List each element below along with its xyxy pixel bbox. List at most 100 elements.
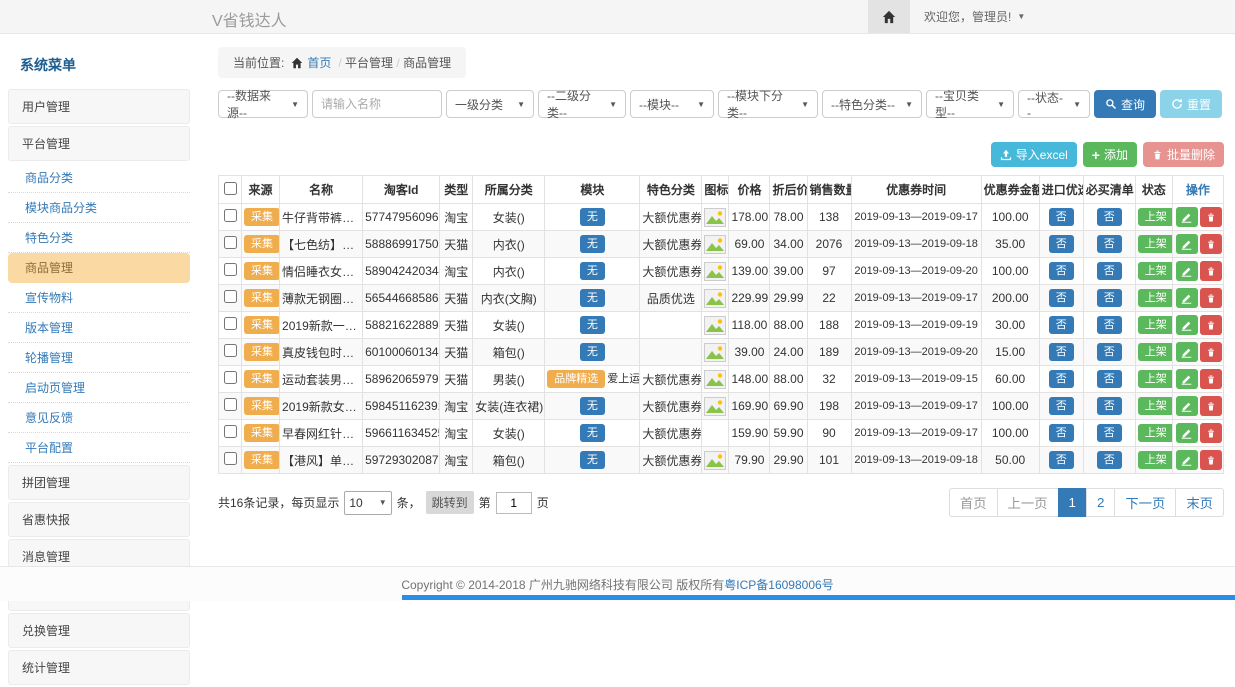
must-buy-toggle[interactable]: 否 — [1097, 235, 1122, 254]
row-checkbox[interactable] — [224, 452, 237, 465]
breadcrumb-home-link[interactable]: 首页 — [291, 54, 331, 71]
status-badge[interactable]: 上架 — [1138, 370, 1173, 389]
delete-button[interactable] — [1200, 288, 1222, 308]
row-checkbox[interactable] — [224, 425, 237, 438]
edit-button[interactable] — [1176, 342, 1198, 362]
edit-button[interactable] — [1176, 396, 1198, 416]
status-badge[interactable]: 上架 — [1138, 424, 1173, 443]
edit-button[interactable] — [1176, 261, 1198, 281]
row-checkbox[interactable] — [224, 371, 237, 384]
must-buy-toggle[interactable]: 否 — [1097, 370, 1122, 389]
must-buy-toggle[interactable]: 否 — [1097, 451, 1122, 470]
sidebar-subitem-模块商品分类[interactable]: 模块商品分类 — [8, 193, 190, 223]
must-buy-toggle[interactable]: 否 — [1097, 397, 1122, 416]
user-menu[interactable]: 欢迎您，管理员! ▼ — [910, 8, 1039, 25]
filter-select-特色分类[interactable]: --特色分类--▼ — [822, 90, 922, 118]
filter-select-模块[interactable]: --模块--▼ — [630, 90, 714, 118]
filter-select-宝贝类型[interactable]: --宝贝类型--▼ — [926, 90, 1014, 118]
sidebar-subitem-宣传物料[interactable]: 宣传物料 — [8, 283, 190, 313]
row-checkbox[interactable] — [224, 317, 237, 330]
page-number-input[interactable] — [496, 492, 532, 514]
sidebar-subitem-商品分类[interactable]: 商品分类 — [8, 163, 190, 193]
status-badge[interactable]: 上架 — [1138, 235, 1173, 254]
must-buy-toggle[interactable]: 否 — [1097, 343, 1122, 362]
status-badge[interactable]: 上架 — [1138, 262, 1173, 281]
edit-button[interactable] — [1176, 288, 1198, 308]
row-checkbox[interactable] — [224, 236, 237, 249]
filter-select-二级分类[interactable]: --二级分类--▼ — [538, 90, 626, 118]
filter-select-数据来源[interactable]: --数据来源--▼ — [218, 90, 308, 118]
status-badge[interactable]: 上架 — [1138, 289, 1173, 308]
delete-button[interactable] — [1200, 261, 1222, 281]
must-buy-toggle[interactable]: 否 — [1097, 289, 1122, 308]
select-all-checkbox[interactable] — [224, 182, 237, 195]
add-button[interactable]: + 添加 — [1083, 142, 1137, 167]
sidebar-item-拼团管理[interactable]: 拼团管理 — [8, 465, 190, 500]
pager-button-2[interactable]: 2 — [1086, 488, 1115, 517]
delete-button[interactable] — [1200, 423, 1222, 443]
edit-button[interactable] — [1176, 315, 1198, 335]
row-checkbox[interactable] — [224, 263, 237, 276]
delete-button[interactable] — [1200, 342, 1222, 362]
delete-button[interactable] — [1200, 450, 1222, 470]
sidebar-subitem-意见反馈[interactable]: 意见反馈 — [8, 403, 190, 433]
icp-link[interactable]: 粤ICP备16098006号 — [724, 576, 833, 593]
imported-toggle[interactable]: 否 — [1049, 451, 1074, 470]
status-badge[interactable]: 上架 — [1138, 316, 1173, 335]
sidebar-subitem-特色分类[interactable]: 特色分类 — [8, 223, 190, 253]
status-badge[interactable]: 上架 — [1138, 208, 1173, 227]
sidebar-subitem-版本管理[interactable]: 版本管理 — [8, 313, 190, 343]
edit-button[interactable] — [1176, 369, 1198, 389]
imported-toggle[interactable]: 否 — [1049, 370, 1074, 389]
sidebar-subitem-商品管理[interactable]: 商品管理 — [8, 253, 190, 283]
sidebar-item-省惠快报[interactable]: 省惠快报 — [8, 502, 190, 537]
imported-toggle[interactable]: 否 — [1049, 343, 1074, 362]
imported-toggle[interactable]: 否 — [1049, 262, 1074, 281]
jump-button[interactable]: 跳转到 — [426, 491, 474, 514]
must-buy-toggle[interactable]: 否 — [1097, 262, 1122, 281]
must-buy-toggle[interactable]: 否 — [1097, 424, 1122, 443]
reset-button[interactable]: 重置 — [1160, 90, 1222, 118]
pager-button-首页[interactable]: 首页 — [949, 488, 998, 517]
status-badge[interactable]: 上架 — [1138, 397, 1173, 416]
delete-button[interactable] — [1200, 315, 1222, 335]
imported-toggle[interactable]: 否 — [1049, 397, 1074, 416]
per-page-select[interactable]: 10 ▼ — [344, 491, 391, 515]
delete-button[interactable] — [1200, 207, 1222, 227]
row-checkbox[interactable] — [224, 398, 237, 411]
edit-button[interactable] — [1176, 234, 1198, 254]
pager-button-末页[interactable]: 末页 — [1175, 488, 1224, 517]
row-checkbox[interactable] — [224, 209, 237, 222]
pager-button-下一页[interactable]: 下一页 — [1114, 488, 1176, 517]
status-badge[interactable]: 上架 — [1138, 343, 1173, 362]
sidebar-item-用户管理[interactable]: 用户管理 — [8, 89, 190, 124]
imported-toggle[interactable]: 否 — [1049, 289, 1074, 308]
imported-toggle[interactable]: 否 — [1049, 208, 1074, 227]
home-button[interactable] — [868, 0, 910, 33]
must-buy-toggle[interactable]: 否 — [1097, 316, 1122, 335]
edit-button[interactable] — [1176, 207, 1198, 227]
row-checkbox[interactable] — [224, 344, 237, 357]
filter-select-模块下分类[interactable]: --模块下分类--▼ — [718, 90, 818, 118]
sidebar-item-兑换管理[interactable]: 兑换管理 — [8, 613, 190, 648]
must-buy-toggle[interactable]: 否 — [1097, 208, 1122, 227]
sidebar-subitem-轮播管理[interactable]: 轮播管理 — [8, 343, 190, 373]
row-checkbox[interactable] — [224, 290, 237, 303]
delete-button[interactable] — [1200, 396, 1222, 416]
sidebar-subitem-启动页管理[interactable]: 启动页管理 — [8, 373, 190, 403]
product-name-input[interactable] — [312, 90, 442, 118]
delete-button[interactable] — [1200, 369, 1222, 389]
batch-delete-button[interactable]: 批量删除 — [1143, 142, 1224, 167]
edit-button[interactable] — [1176, 450, 1198, 470]
import-excel-button[interactable]: 导入excel — [991, 142, 1077, 167]
sidebar-item-统计管理[interactable]: 统计管理 — [8, 650, 190, 685]
delete-button[interactable] — [1200, 234, 1222, 254]
status-badge[interactable]: 上架 — [1138, 451, 1173, 470]
edit-button[interactable] — [1176, 423, 1198, 443]
pager-button-1[interactable]: 1 — [1058, 488, 1087, 517]
sidebar-item-平台管理[interactable]: 平台管理 — [8, 126, 190, 161]
pager-button-上一页[interactable]: 上一页 — [997, 488, 1059, 517]
sidebar-subitem-平台配置[interactable]: 平台配置 — [8, 433, 190, 463]
filter-select-状态[interactable]: --状态--▼ — [1018, 90, 1090, 118]
search-button[interactable]: 查询 — [1094, 90, 1156, 118]
